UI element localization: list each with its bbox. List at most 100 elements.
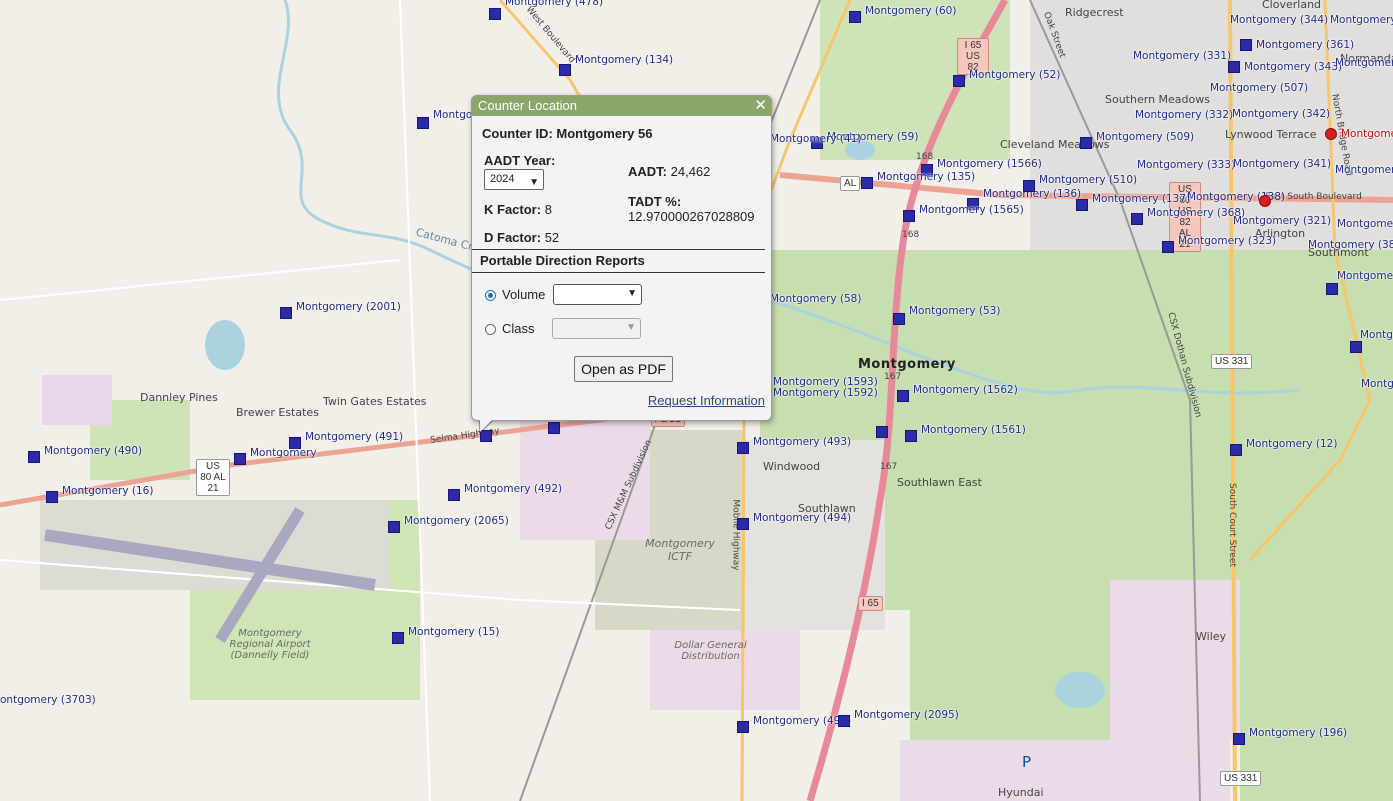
divider	[472, 272, 765, 273]
popup-title: Counter Location	[478, 98, 578, 113]
counter-marker[interactable]: Montgomery	[1335, 57, 1393, 69]
class-radio[interactable]	[485, 324, 496, 335]
counter-marker[interactable]: Montgomery (2065)	[388, 515, 509, 533]
counter-marker[interactable]: Montgomery (494)	[737, 512, 851, 530]
counter-marker[interactable]: Montgomery (509)	[1080, 131, 1194, 149]
shield-i65-south: I 65	[858, 596, 883, 611]
counter-marker[interactable]: Montgomery (361)	[1240, 39, 1354, 51]
counter-square-icon	[1350, 341, 1362, 353]
aadt-year-select[interactable]: 2024 ▼	[484, 169, 544, 190]
place-brewer-estates: Brewer Estates	[236, 406, 319, 419]
counter-square-icon	[737, 518, 749, 530]
counter-marker[interactable]	[876, 426, 892, 438]
lake-hyundai	[1055, 672, 1105, 708]
volume-label: Volume	[502, 287, 546, 302]
close-icon[interactable]: ✕	[754, 96, 767, 116]
counter-marker[interactable]: Montgomery (323)	[1162, 235, 1276, 253]
counter-marker[interactable]: Montgomery (332)	[1135, 109, 1233, 121]
counter-marker[interactable]: Montgomery	[1360, 329, 1393, 341]
counter-marker[interactable]: Montgomery	[1325, 128, 1393, 140]
counter-marker[interactable]: Montgomery	[1337, 218, 1393, 230]
counter-square-icon	[737, 721, 749, 733]
counter-marker[interactable]: ontgomery (3703)	[0, 694, 96, 706]
counter-marker[interactable]: Montgomery (342)	[1232, 108, 1330, 120]
counter-marker[interactable]: Montgomery (321)	[1233, 215, 1331, 227]
counter-marker[interactable]: Montgomery (15)	[392, 626, 499, 644]
counter-marker[interactable]: Montgomery (331)	[1133, 50, 1231, 62]
counter-marker[interactable]: Montgomery	[234, 447, 317, 465]
counter-marker[interactable]: Montgomery (52)	[953, 69, 1060, 87]
shield-us331-north: US 331	[1211, 354, 1253, 369]
counter-marker[interactable]: Montgomery (58)	[770, 293, 861, 305]
counter-marker[interactable]: Montgomery (41)	[770, 133, 861, 145]
counter-marker[interactable]: Montgomery (510)	[1023, 174, 1137, 192]
counter-id: Counter ID: Montgomery 56	[482, 126, 653, 141]
counter-square-icon	[861, 177, 873, 189]
d-factor-row: D Factor: 52	[484, 230, 559, 245]
counter-marker[interactable]: Montgomery	[1337, 270, 1393, 282]
d-factor-value: 52	[544, 230, 560, 245]
counter-marker[interactable]: Montgomery	[1361, 378, 1393, 390]
industrial-se	[1110, 580, 1240, 740]
counter-marker[interactable]: Montgomery (333)	[1137, 159, 1235, 171]
aadt-row: AADT: 24,462	[628, 164, 710, 179]
counter-marker[interactable]: Montgomery (368)	[1131, 207, 1245, 225]
section-title: Portable Direction Reports	[480, 253, 645, 268]
counter-marker[interactable]: Montgomery	[1330, 14, 1393, 26]
counter-square-icon	[1076, 199, 1088, 211]
counter-square-icon	[392, 632, 404, 644]
route-167-south: 167	[880, 462, 898, 472]
counter-square-icon	[1023, 180, 1035, 192]
place-hyundai: Hyundai	[998, 786, 1044, 799]
counter-marker[interactable]: Montgomery (2095)	[838, 709, 959, 727]
counter-marker[interactable]: Montgomery (135)	[861, 171, 975, 189]
counter-marker[interactable]: Montgomery (1561)	[905, 424, 1026, 442]
counter-marker[interactable]: Montgomery (495)	[737, 715, 851, 733]
counter-marker[interactable]: Montgomery (341)	[1233, 158, 1331, 170]
counter-square-icon	[417, 117, 429, 129]
counter-marker[interactable]: Montgomery (2001)	[280, 301, 401, 319]
counter-marker[interactable]: Montgomery	[1335, 164, 1393, 176]
shield-us80-al21-west: US 80 AL 21	[196, 459, 230, 496]
counter-marker[interactable]	[1326, 283, 1342, 295]
counter-marker[interactable]: Montgomery (344)	[1230, 14, 1328, 26]
counter-square-icon	[1228, 61, 1240, 73]
counter-marker[interactable]: Montgomery (60)	[849, 5, 956, 23]
counter-marker[interactable]: Montgomery (134)	[559, 54, 673, 76]
counter-marker[interactable]: Montgomery (493)	[737, 436, 851, 454]
k-factor-row: K Factor: 8	[484, 202, 552, 217]
counter-marker[interactable]: Montgomery (12)	[1230, 438, 1337, 456]
place-southlawn-east: Southlawn East	[897, 476, 982, 489]
route-167-north: 167	[884, 372, 902, 382]
popup-pointer	[480, 418, 494, 432]
counter-marker[interactable]: Montgomery (492)	[448, 483, 562, 501]
counter-marker[interactable]	[1259, 195, 1275, 207]
counter-square-icon	[893, 313, 905, 325]
counter-marker[interactable]: Montgomery (1562)	[897, 384, 1018, 402]
counter-marker[interactable]: Montgomery (1565)	[903, 204, 1024, 222]
volume-select[interactable]: ▼	[553, 284, 642, 305]
pink-area-west	[42, 375, 112, 425]
class-select[interactable]: ▼	[552, 318, 641, 339]
counter-marker[interactable]: Montgomery (1592)	[773, 387, 878, 399]
request-information-link[interactable]: Request Information	[648, 393, 765, 408]
place-lynwood-terrace: Lynwood Terrace	[1225, 128, 1317, 141]
route-168-north: 168	[916, 152, 934, 162]
counter-marker[interactable]: Montgomery (343)	[1228, 61, 1342, 73]
counter-marker[interactable]: Montgomery (478)	[489, 0, 603, 20]
open-pdf-button[interactable]: Open as PDF	[574, 356, 673, 382]
counter-marker[interactable]: Montgomery (490)	[28, 445, 142, 463]
tadt-label: TADT %:	[628, 194, 682, 209]
counter-marker[interactable]: Montgomery (385)	[1308, 239, 1393, 251]
counter-square-icon	[548, 422, 560, 434]
counter-marker[interactable]: Montgomery (53)	[893, 305, 1000, 325]
counter-square-icon	[1230, 444, 1242, 456]
counter-marker[interactable]	[1350, 341, 1366, 353]
counter-marker[interactable]	[548, 422, 564, 434]
counter-square-icon	[905, 430, 917, 442]
counter-marker[interactable]: Montgomery (196)	[1233, 727, 1347, 745]
counter-marker[interactable]: Montgomery (507)	[1210, 82, 1308, 94]
volume-radio[interactable]	[485, 290, 496, 301]
place-montgomery: Montgomery	[858, 357, 956, 372]
counter-marker[interactable]: Montgomery (16)	[46, 485, 153, 503]
